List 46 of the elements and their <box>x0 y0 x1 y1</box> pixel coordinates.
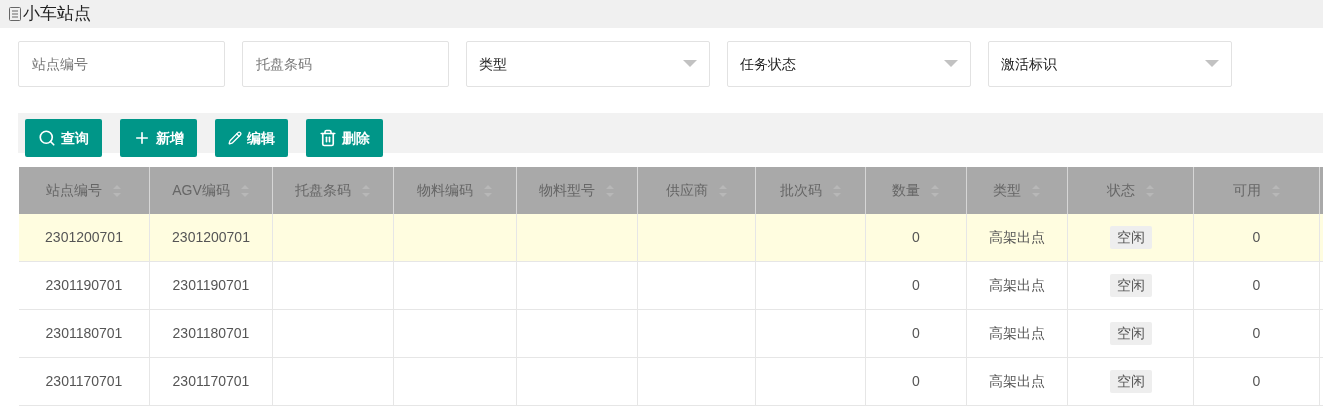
toolbar-button[interactable]: 编辑 <box>215 119 288 157</box>
table-cell-text: 高架出点 <box>989 228 1045 247</box>
table-cell-text: 0 <box>912 324 920 343</box>
filter-select[interactable]: 类型 <box>466 41 710 87</box>
status-tag: 空闲 <box>1109 274 1152 297</box>
table-cell-text: 0 <box>912 228 920 247</box>
table-cell-text: 高架出点 <box>989 372 1045 391</box>
status-tag: 空闲 <box>1109 226 1152 249</box>
table-row[interactable]: 2301190701 2301190701 0 高架出点 空闲 0 <box>19 262 1323 310</box>
table-cell-text: 0 <box>1252 228 1261 247</box>
trash-icon <box>319 129 337 147</box>
table-row[interactable]: 2301170701 2301170701 0 高架出点 空闲 0 <box>19 358 1323 406</box>
page-title: 小车站点 <box>23 3 91 26</box>
pencil-icon <box>228 131 242 145</box>
filter-select[interactable]: 激活标识 <box>988 41 1232 87</box>
table-cell-text: 2301170701 <box>172 372 250 391</box>
table-cell-text: 高架出点 <box>989 324 1045 343</box>
search-icon <box>38 129 56 147</box>
table-cell-text: 0 <box>912 372 920 391</box>
dropdown-icon <box>683 60 697 68</box>
toolbar-button[interactable]: 新增 <box>120 119 197 157</box>
toolbar-button[interactable]: 查询 <box>25 119 102 157</box>
document-icon <box>9 7 21 21</box>
table-cell-text: 0 <box>1252 324 1261 343</box>
toolbar-button[interactable]: 删除 <box>306 119 383 157</box>
table-cell-text: 2301190701 <box>172 276 250 295</box>
dropdown-icon <box>944 60 958 68</box>
table-cell-text: 2301170701 <box>45 372 123 391</box>
status-tag: 空闲 <box>1109 322 1152 345</box>
table-cell-text: 0 <box>1252 372 1261 391</box>
table-cell-text: 2301200701 <box>45 228 123 247</box>
table-cell-text: 2301190701 <box>45 276 123 295</box>
table-cell-text: 高架出点 <box>989 276 1045 295</box>
filter-select[interactable]: 任务状态 <box>727 41 971 87</box>
status-tag: 空闲 <box>1109 370 1152 393</box>
table-cell-text: 0 <box>912 276 920 295</box>
dropdown-icon <box>1205 60 1219 68</box>
table-cell-text: 2301180701 <box>45 324 123 343</box>
plus-icon <box>133 129 151 147</box>
filter-field[interactable]: 站点编号 <box>18 41 225 87</box>
filter-field[interactable]: 托盘条码 <box>242 41 449 87</box>
table-cell-text: 2301200701 <box>172 228 250 247</box>
table-row[interactable]: 2301180701 2301180701 0 高架出点 空闲 0 <box>19 310 1323 358</box>
table-row[interactable]: 2301200701 2301200701 0 高架出点 空闲 0 <box>19 214 1323 262</box>
table-cell-text: 0 <box>1252 276 1261 295</box>
table-cell-text: 2301180701 <box>172 324 250 343</box>
